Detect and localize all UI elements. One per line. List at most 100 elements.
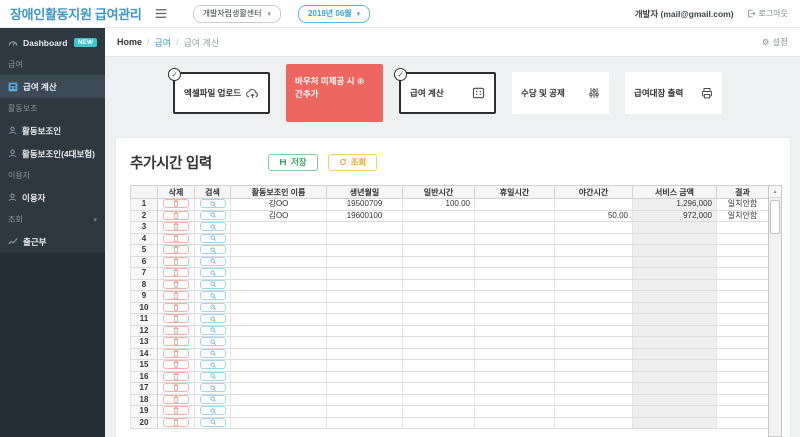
normal-hours-cell[interactable] <box>403 279 475 291</box>
sidebar-section-inquiry[interactable]: 조회 ▾ <box>0 209 105 230</box>
delete-row-button[interactable] <box>163 406 189 415</box>
holiday-hours-cell[interactable] <box>475 417 555 429</box>
night-hours-cell[interactable] <box>555 325 633 337</box>
search-helper-button[interactable] <box>200 314 226 323</box>
holiday-hours-cell[interactable] <box>475 337 555 349</box>
normal-hours-cell[interactable] <box>403 325 475 337</box>
search-helper-button[interactable] <box>200 406 226 415</box>
search-helper-button[interactable] <box>200 234 226 243</box>
normal-hours-cell[interactable] <box>403 314 475 326</box>
helper-name-cell[interactable] <box>231 279 327 291</box>
search-helper-button[interactable] <box>200 326 226 335</box>
delete-row-button[interactable] <box>163 199 189 208</box>
helper-name-cell[interactable] <box>231 314 327 326</box>
helper-name-cell[interactable] <box>231 268 327 280</box>
center-select[interactable]: 개발자립생활센터 ▾ <box>193 5 281 23</box>
delete-row-button[interactable] <box>163 395 189 404</box>
holiday-hours-cell[interactable] <box>475 245 555 257</box>
delete-row-button[interactable] <box>163 418 189 427</box>
night-hours-cell[interactable] <box>555 199 633 211</box>
birth-date-cell[interactable] <box>327 394 403 406</box>
search-helper-button[interactable] <box>200 337 226 346</box>
night-hours-cell[interactable] <box>555 245 633 257</box>
birth-date-cell[interactable] <box>327 279 403 291</box>
normal-hours-cell[interactable] <box>403 222 475 234</box>
delete-row-button[interactable] <box>163 245 189 254</box>
search-helper-button[interactable] <box>200 257 226 266</box>
night-hours-cell[interactable] <box>555 314 633 326</box>
night-hours-cell[interactable] <box>555 394 633 406</box>
step-payroll-print[interactable]: 급여대장 출력 <box>625 72 722 114</box>
search-helper-button[interactable] <box>200 383 226 392</box>
delete-row-button[interactable] <box>163 349 189 358</box>
holiday-hours-cell[interactable] <box>475 360 555 372</box>
search-helper-button[interactable] <box>200 222 226 231</box>
search-helper-button[interactable] <box>200 291 226 300</box>
delete-row-button[interactable] <box>163 383 189 392</box>
search-helper-button[interactable] <box>200 245 226 254</box>
helper-name-cell[interactable] <box>231 417 327 429</box>
sidebar-item-helper[interactable]: 활동보조인 <box>0 119 105 142</box>
helper-name-cell[interactable] <box>231 371 327 383</box>
birth-date-cell[interactable] <box>327 325 403 337</box>
holiday-hours-cell[interactable] <box>475 279 555 291</box>
normal-hours-cell[interactable] <box>403 256 475 268</box>
search-helper-button[interactable] <box>200 360 226 369</box>
night-hours-cell[interactable] <box>555 371 633 383</box>
night-hours-cell[interactable] <box>555 279 633 291</box>
scroll-thumb[interactable] <box>770 200 780 234</box>
helper-name-cell[interactable] <box>231 302 327 314</box>
search-helper-button[interactable] <box>200 303 226 312</box>
birth-date-cell[interactable] <box>327 302 403 314</box>
search-helper-button[interactable] <box>200 280 226 289</box>
delete-row-button[interactable] <box>163 337 189 346</box>
birth-date-cell[interactable] <box>327 233 403 245</box>
search-helper-button[interactable] <box>200 211 226 220</box>
normal-hours-cell[interactable] <box>403 406 475 418</box>
delete-row-button[interactable] <box>163 360 189 369</box>
search-helper-button[interactable] <box>200 199 226 208</box>
helper-name-cell[interactable] <box>231 325 327 337</box>
night-hours-cell[interactable] <box>555 417 633 429</box>
birth-date-cell[interactable] <box>327 256 403 268</box>
normal-hours-cell[interactable] <box>403 348 475 360</box>
birth-date-cell[interactable] <box>327 360 403 372</box>
query-button[interactable]: 조회 <box>328 154 378 171</box>
birth-date-cell[interactable]: 19600100 <box>327 210 403 222</box>
birth-date-cell[interactable] <box>327 348 403 360</box>
night-hours-cell[interactable] <box>555 233 633 245</box>
normal-hours-cell[interactable]: 100.00 <box>403 199 475 211</box>
sidebar-item-attendance[interactable]: 출근부 <box>0 230 105 253</box>
birth-date-cell[interactable] <box>327 314 403 326</box>
sidebar-item-helper-insurance[interactable]: 활동보조인(4대보험) <box>0 142 105 165</box>
holiday-hours-cell[interactable] <box>475 210 555 222</box>
breadcrumb-home[interactable]: Home <box>117 37 142 47</box>
normal-hours-cell[interactable] <box>403 291 475 303</box>
night-hours-cell[interactable] <box>555 268 633 280</box>
sidebar-item-user[interactable]: 이용자 <box>0 186 105 209</box>
step-excel-upload[interactable]: ✓ 엑셀파일 업로드 <box>173 72 270 114</box>
night-hours-cell[interactable] <box>555 406 633 418</box>
birth-date-cell[interactable] <box>327 406 403 418</box>
hamburger-menu-icon[interactable] <box>155 8 167 19</box>
normal-hours-cell[interactable] <box>403 302 475 314</box>
holiday-hours-cell[interactable] <box>475 406 555 418</box>
search-helper-button[interactable] <box>200 395 226 404</box>
helper-name-cell[interactable] <box>231 222 327 234</box>
birth-date-cell[interactable] <box>327 291 403 303</box>
search-helper-button[interactable] <box>200 349 226 358</box>
birth-date-cell[interactable] <box>327 337 403 349</box>
vertical-scrollbar[interactable]: ▲ <box>768 185 782 437</box>
normal-hours-cell[interactable] <box>403 337 475 349</box>
normal-hours-cell[interactable] <box>403 394 475 406</box>
delete-row-button[interactable] <box>163 372 189 381</box>
holiday-hours-cell[interactable] <box>475 371 555 383</box>
helper-name-cell[interactable]: 강OO <box>231 199 327 211</box>
holiday-hours-cell[interactable] <box>475 256 555 268</box>
holiday-hours-cell[interactable] <box>475 233 555 245</box>
birth-date-cell[interactable] <box>327 268 403 280</box>
delete-row-button[interactable] <box>163 314 189 323</box>
holiday-hours-cell[interactable] <box>475 325 555 337</box>
helper-name-cell[interactable] <box>231 360 327 372</box>
holiday-hours-cell[interactable] <box>475 222 555 234</box>
